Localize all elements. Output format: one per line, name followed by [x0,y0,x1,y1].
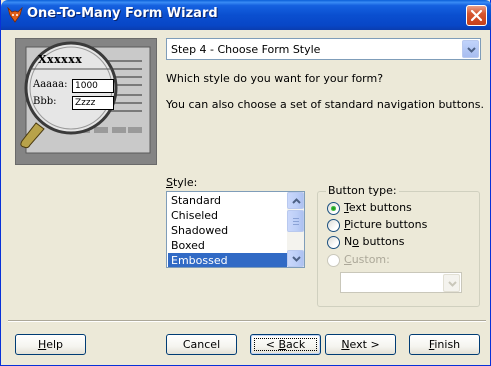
cancel-button[interactable]: Cancel [166,334,237,355]
style-item-standard[interactable]: Standard [168,193,287,208]
style-item-chiseled[interactable]: Chiseled [168,208,287,223]
radio-circle[interactable] [327,236,340,249]
wizard-window: One-To-Many Form Wizard Xxxxxx Aaaaa: 10… [0,0,491,366]
back-button[interactable]: < Back [250,334,321,355]
style-item-boxed[interactable]: Boxed [168,238,287,253]
close-button[interactable] [466,5,487,26]
finish-button[interactable]: Finish [409,334,480,355]
style-item-shadowed[interactable]: Shadowed [168,223,287,238]
preview-field-a: 1000 [72,79,114,93]
title-bar[interactable]: One-To-Many Form Wizard [1,0,491,30]
arrow-up-icon [292,198,301,204]
preview-field-b: Zzzz [72,96,114,110]
custom-dropdown-arrow [443,274,460,292]
preview-label-a: Aaaaa: [33,79,68,90]
radio-custom-label: Custom: [344,253,390,266]
style-question: Which style do you want for your form? [166,72,384,85]
scroll-thumb[interactable] [287,210,304,232]
scroll-up-button[interactable] [287,192,304,209]
step-dropdown-arrow[interactable] [462,40,479,58]
style-item-embossed[interactable]: Embossed [168,253,287,267]
focus-rectangle [254,338,317,351]
radio-circle [327,254,340,267]
preview-title: Xxxxxx [38,53,83,66]
scroll-down-button[interactable] [287,250,304,267]
help-button[interactable]: Help [15,334,86,355]
radio-selected-dot [331,206,336,211]
chevron-down-icon [448,281,457,287]
style-label: Style: [166,176,198,189]
next-button[interactable]: Next > [325,334,396,355]
radio-text-buttons-label: Text buttons [344,201,412,214]
preview-label-b: Bbb: [33,96,57,107]
radio-no-buttons-label: No buttons [344,235,405,248]
chevron-down-icon [467,47,476,53]
footer-divider [8,320,486,322]
radio-circle[interactable] [327,202,340,215]
window-title: One-To-Many Form Wizard [27,6,218,21]
custom-button-dropdown [340,272,462,293]
foxpro-fox-icon [7,6,23,23]
close-icon [470,9,483,22]
step-dropdown[interactable]: Step 4 - Choose Form Style [166,38,481,60]
form-style-preview: Xxxxxx Aaaaa: 1000 Bbb: Zzzz [15,38,157,165]
arrow-down-icon [292,256,301,262]
radio-picture-buttons-label: Picture buttons [344,218,428,231]
navigation-note: You can also choose a set of standard na… [166,98,484,111]
style-scrollbar[interactable] [287,192,304,267]
style-listbox[interactable]: Standard Chiseled Shadowed Boxed Embosse… [166,191,305,268]
step-dropdown-value: Step 4 - Choose Form Style [171,43,321,56]
button-type-legend: Button type: [326,184,399,197]
radio-circle[interactable] [327,219,340,232]
